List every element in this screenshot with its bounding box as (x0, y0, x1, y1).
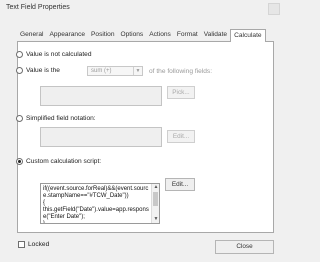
title-bar: Text Field Properties (0, 0, 284, 22)
script-scrollbar[interactable]: ▲ ▼ (151, 184, 159, 223)
pick-button[interactable]: Pick... (167, 86, 195, 99)
radio-value-is-label: Value is the (26, 67, 60, 74)
scroll-down-icon[interactable]: ▼ (152, 216, 159, 223)
close-button[interactable]: Close (215, 240, 274, 254)
scroll-thumb[interactable] (153, 192, 158, 206)
following-fields-label: of the following fields: (149, 68, 213, 75)
radio-not-calculated-label: Value is not calculated (26, 51, 92, 58)
function-select[interactable]: sum (+) ▼ (87, 66, 143, 76)
radio-value-is[interactable]: Value is the (16, 67, 60, 74)
tab-position[interactable]: Position (88, 29, 117, 42)
locked-label: Locked (28, 241, 50, 248)
fields-list-box (40, 86, 162, 106)
radio-custom-script-label: Custom calculation script: (26, 158, 102, 165)
custom-script-textarea[interactable]: if((event.source.forReal)&&(event.source… (40, 183, 160, 224)
radio-button[interactable] (16, 67, 23, 74)
radio-button-selected[interactable] (16, 158, 23, 165)
edit-simplified-button[interactable]: Edit... (167, 130, 195, 143)
radio-simplified[interactable]: Simplified field notation: (16, 115, 96, 122)
window-title: Text Field Properties (6, 4, 70, 11)
locked-checkbox-row[interactable]: Locked (18, 241, 49, 248)
radio-custom-script[interactable]: Custom calculation script: (16, 158, 101, 165)
script-text: if((event.source.forReal)&&(event.source… (43, 186, 149, 224)
tab-validate[interactable]: Validate (201, 29, 230, 42)
radio-not-calculated[interactable]: Value is not calculated (16, 51, 92, 58)
function-select-value: sum (+) (91, 68, 112, 74)
tab-calculate[interactable]: Calculate (230, 29, 266, 43)
tab-appearance[interactable]: Appearance (46, 29, 88, 42)
radio-button[interactable] (16, 115, 23, 122)
tab-actions[interactable]: Actions (146, 29, 174, 42)
edit-script-button[interactable]: Edit... (165, 178, 195, 191)
simplified-notation-box (40, 127, 162, 147)
tab-bar: General Appearance Position Options Acti… (17, 29, 274, 43)
close-window-button[interactable] (268, 3, 280, 15)
locked-checkbox[interactable] (18, 241, 25, 248)
chevron-down-icon: ▼ (133, 67, 142, 75)
tab-general[interactable]: General (17, 29, 46, 42)
radio-simplified-label: Simplified field notation: (26, 115, 96, 122)
radio-button[interactable] (16, 51, 23, 58)
scroll-up-icon[interactable]: ▲ (152, 184, 159, 191)
tab-format[interactable]: Format (174, 29, 201, 42)
tab-options[interactable]: Options (118, 29, 147, 42)
